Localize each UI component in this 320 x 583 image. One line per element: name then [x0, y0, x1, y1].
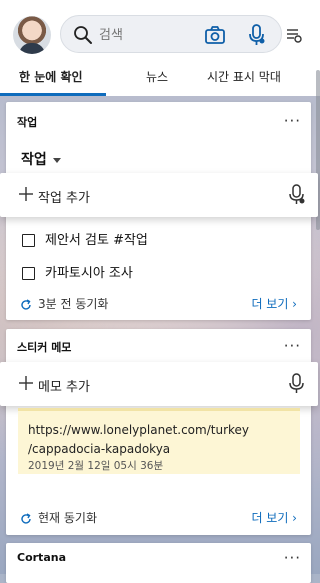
tasks-sync-text: 3분 전 동기화 [38, 297, 109, 311]
tasks-card: 작업 ··· 작업 작업 추가 제안서 검토 #작업 카파토시아 조사 3분 전… [0, 102, 318, 320]
tasks-card-title: 작업 [17, 116, 38, 129]
task-list-selector[interactable]: 작업 [21, 149, 61, 169]
search-box[interactable] [60, 15, 282, 53]
microphone-icon[interactable] [287, 373, 307, 395]
sticky-note-date: 2019년 2월 12일 05시 36분 [28, 460, 164, 472]
notes-see-more-link[interactable]: 더 보기 › [251, 509, 297, 526]
task-item[interactable]: 카파토시아 조사 [22, 262, 133, 281]
sticky-note-url-line1: https://www.lonelyplanet.com/turkey [28, 423, 250, 437]
cortana-card: Cortana ··· [6, 543, 311, 583]
plus-icon [19, 376, 33, 390]
sticky-note-text: https://www.lonelyplanet.com/turkey /cap… [28, 421, 290, 459]
task-checkbox[interactable] [22, 267, 35, 280]
sticky-notes-card: 스티커 메모 ··· 메모 추가 https://www.lonelyplane… [0, 329, 318, 535]
sync-icon [21, 298, 31, 310]
camera-icon[interactable] [204, 25, 226, 45]
microphone-icon[interactable] [287, 184, 307, 206]
sync-icon [21, 512, 31, 524]
cortana-card-title: Cortana [17, 551, 66, 564]
tab-bar: 한 눈에 확인 뉴스 시간 표시 막대 [0, 64, 320, 96]
notes-sync-status[interactable]: 현재 동기화 [20, 509, 97, 526]
chevron-down-icon [52, 157, 61, 163]
task-item-text: 카파토시아 조사 [45, 266, 133, 281]
tasks-see-more-link[interactable]: 더 보기 › [251, 295, 297, 312]
cortana-more-button[interactable]: ··· [284, 551, 301, 566]
add-note-label: 메모 추가 [38, 380, 90, 395]
avatar-shirt [19, 43, 45, 54]
avatar[interactable] [13, 16, 51, 54]
microphone-icon[interactable] [247, 23, 267, 47]
settings-icon[interactable] [286, 27, 302, 43]
add-task-label: 작업 추가 [38, 191, 90, 206]
active-tab-indicator [0, 93, 106, 96]
add-note-row[interactable]: 메모 추가 [0, 362, 318, 406]
sticky-notes-card-title: 스티커 메모 [17, 341, 72, 354]
tab-news[interactable]: 뉴스 [146, 68, 168, 85]
task-item-text: 제안서 검토 #작업 [45, 233, 148, 248]
plus-icon [19, 187, 33, 201]
tab-at-a-glance[interactable]: 한 눈에 확인 [19, 68, 83, 85]
header: 한 눈에 확인 뉴스 시간 표시 막대 [0, 0, 320, 96]
tasks-sync-status[interactable]: 3분 전 동기화 [20, 295, 108, 312]
sticky-note-url-line2: /cappadocia-kapadokya [28, 442, 171, 456]
task-item[interactable]: 제안서 검토 #작업 [22, 229, 148, 248]
add-task-row[interactable]: 작업 추가 [0, 173, 318, 217]
search-icon[interactable] [73, 25, 93, 45]
notes-sync-text: 현재 동기화 [38, 511, 98, 525]
task-checkbox[interactable] [22, 234, 35, 247]
search-input[interactable] [97, 24, 201, 46]
task-list-selector-label: 작업 [21, 152, 47, 168]
tab-timeline[interactable]: 시간 표시 막대 [207, 68, 281, 85]
sticky-notes-more-button[interactable]: ··· [284, 339, 301, 354]
sticky-note[interactable]: https://www.lonelyplanet.com/turkey /cap… [18, 408, 300, 474]
tasks-more-button[interactable]: ··· [284, 114, 301, 129]
